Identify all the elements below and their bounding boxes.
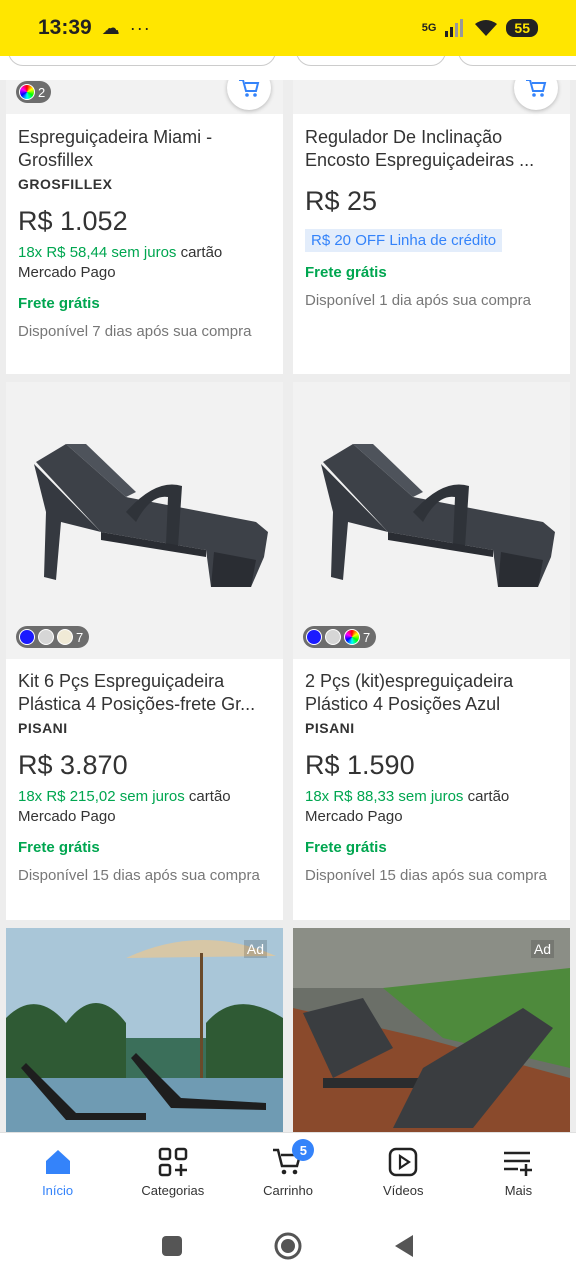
free-shipping-label: Frete grátis: [18, 839, 100, 856]
product-title[interactable]: 2 Pçs (kit)espreguiçadeira Plástico 4 Po…: [305, 670, 560, 716]
ad-label: Ad: [243, 940, 267, 958]
ad-label: Ad: [530, 940, 554, 958]
product-price: R$ 3.870: [18, 750, 128, 780]
nav-label: Início: [42, 1183, 74, 1198]
availability-text: Disponível 15 dias após sua compra: [18, 867, 260, 884]
ad-image-pool-loungers: [6, 928, 283, 1132]
gray-swatch: [325, 629, 341, 645]
recent-apps-icon[interactable]: [161, 1235, 183, 1257]
product-card[interactable]: 2 Espreguiçadeira Miami - Grosfillex GRO…: [6, 80, 283, 374]
system-nav-bar: [0, 1212, 576, 1280]
filter-chip[interactable]: [296, 56, 446, 66]
categories-icon: [156, 1145, 190, 1179]
signal-icon: [445, 19, 464, 37]
product-info: 2 Pçs (kit)espreguiçadeira Plástico 4 Po…: [305, 670, 560, 886]
product-grid[interactable]: 2 Espreguiçadeira Miami - Grosfillex GRO…: [0, 56, 576, 1132]
free-shipping-label: Frete grátis: [18, 295, 100, 312]
product-card[interactable]: 7 Kit 6 Pçs Espreguiçadeira Plástica 4 P…: [6, 382, 283, 920]
product-image[interactable]: [293, 382, 570, 659]
product-card[interactable]: Regulador De Inclinação Encosto Espregui…: [293, 80, 570, 374]
product-title[interactable]: Espreguiçadeira Miami - Grosfillex: [18, 126, 273, 172]
availability-text: Disponível 1 dia após sua compra: [305, 292, 531, 309]
swatch-count: 7: [76, 629, 84, 645]
cart-count-badge: 5: [292, 1139, 315, 1161]
nav-videos[interactable]: Vídeos: [346, 1133, 461, 1212]
beige-swatch: [57, 629, 73, 645]
wifi-icon: [475, 20, 498, 36]
filter-chip[interactable]: [8, 56, 276, 66]
installments: 18x R$ 88,33 sem juros cartão Mercado Pa…: [305, 787, 560, 827]
back-icon[interactable]: [393, 1234, 415, 1258]
nav-label: Carrinho: [263, 1183, 313, 1198]
multicolor-swatch: [19, 84, 35, 100]
product-price: R$ 1.590: [305, 750, 415, 780]
product-card[interactable]: 7 2 Pçs (kit)espreguiçadeira Plástico 4 …: [293, 382, 570, 920]
filter-chip[interactable]: [458, 56, 576, 66]
installments-highlight: 18x R$ 215,02 sem juros: [18, 788, 185, 805]
more-notifications-icon: ···: [129, 17, 151, 38]
product-brand: PISANI: [18, 720, 68, 736]
discount-badge: R$ 20 OFF Linha de crédito: [305, 229, 503, 252]
product-info: Regulador De Inclinação Encosto Espregui…: [305, 126, 560, 311]
product-price: R$ 1.052: [18, 206, 128, 236]
ad-card[interactable]: Ad: [6, 928, 283, 1132]
availability-text: Disponível 15 dias após sua compra: [305, 867, 547, 884]
status-bar: 13:39 ☁ ··· 5G 55: [0, 0, 576, 56]
battery-indicator: 55: [506, 19, 538, 37]
installments: 18x R$ 215,02 sem juros cartão Mercado P…: [18, 787, 273, 827]
nav-home[interactable]: Início: [0, 1133, 115, 1212]
status-time: 13:39: [38, 16, 92, 39]
color-swatches: 2: [16, 81, 52, 103]
nav-more[interactable]: Mais: [461, 1133, 576, 1212]
product-price: R$ 25: [305, 186, 378, 216]
product-title[interactable]: Kit 6 Pçs Espreguiçadeira Plástica 4 Pos…: [18, 670, 273, 716]
video-icon: [386, 1145, 420, 1179]
home-circle-icon[interactable]: [273, 1231, 303, 1261]
blue-swatch: [306, 629, 322, 645]
product-brand: PISANI: [305, 720, 355, 736]
nav-cart[interactable]: 5 Carrinho: [230, 1133, 345, 1212]
ad-card[interactable]: Ad: [293, 928, 570, 1132]
cart-icon: [239, 80, 260, 97]
product-brand: GROSFILLEX: [18, 176, 113, 192]
swatch-count: 7: [363, 629, 371, 645]
color-swatches: 7: [16, 626, 90, 648]
bottom-nav: Início Categorias 5 Carrinho Vídeos Mais: [0, 1132, 576, 1212]
ad-image-deck-loungers: [293, 928, 570, 1132]
availability-text: Disponível 7 dias após sua compra: [18, 323, 252, 340]
free-shipping-label: Frete grátis: [305, 839, 387, 856]
gray-swatch: [38, 629, 54, 645]
swatch-count: 2: [38, 84, 46, 100]
lounge-chair-image: [321, 444, 555, 587]
lounge-chair-image: [34, 444, 268, 587]
color-swatches: 7: [303, 626, 377, 648]
installments-highlight: 18x R$ 88,33 sem juros: [305, 788, 464, 805]
nav-label: Mais: [504, 1183, 533, 1198]
installments: 18x R$ 58,44 sem juros cartão Mercado Pa…: [18, 243, 273, 283]
free-shipping-label: Frete grátis: [305, 264, 387, 281]
nav-categories[interactable]: Categorias: [115, 1133, 230, 1212]
product-info: Kit 6 Pçs Espreguiçadeira Plástica 4 Pos…: [18, 670, 273, 886]
cloud-icon: ☁: [101, 17, 120, 38]
cart-icon: [526, 80, 547, 97]
status-right: 5G 55: [422, 19, 538, 37]
installments-highlight: 18x R$ 58,44 sem juros: [18, 244, 177, 261]
multicolor-swatch: [344, 629, 360, 645]
more-menu-icon: [501, 1145, 535, 1179]
product-image[interactable]: [6, 382, 283, 659]
filter-strip: [0, 56, 576, 80]
blue-swatch: [19, 629, 35, 645]
product-title[interactable]: Regulador De Inclinação Encosto Espregui…: [305, 126, 560, 172]
nav-label: Vídeos: [382, 1183, 424, 1198]
network-type: 5G: [421, 22, 437, 34]
product-info: Espreguiçadeira Miami - Grosfillex GROSF…: [18, 126, 273, 342]
home-icon: [41, 1145, 75, 1179]
nav-label: Categorias: [141, 1183, 205, 1198]
